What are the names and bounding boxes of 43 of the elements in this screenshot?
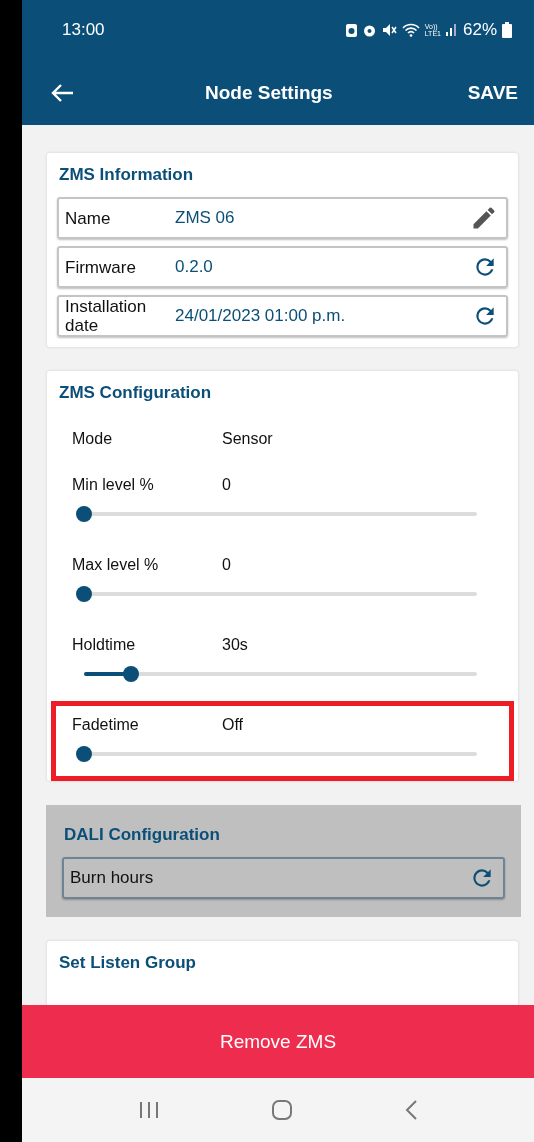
wifi-icon [401, 23, 420, 37]
card-title: Set Listen Group [59, 953, 196, 973]
field-value: ZMS 06 [175, 208, 236, 228]
setting-label: Max level % [72, 556, 160, 574]
back-icon[interactable] [404, 1099, 419, 1121]
setting-label: Fadetime [72, 716, 140, 734]
screen-title: Node Settings [203, 81, 334, 104]
slider-thumb[interactable] [76, 586, 92, 602]
info-field[interactable]: Firmware 0.2.0 [57, 246, 508, 288]
setting-value: Sensor [222, 430, 273, 448]
info-field[interactable]: Installation date 24/01/2023 01:00 p.m. [57, 295, 508, 337]
mute-icon [381, 23, 397, 37]
battery-percent: 62% [462, 20, 497, 40]
remove-button[interactable]: Remove ZMS [22, 1005, 534, 1078]
battery-saver-icon [345, 23, 357, 37]
battery-icon [502, 22, 512, 38]
setting-value: 30s [222, 636, 248, 654]
card-title: ZMS Configuration [59, 383, 212, 403]
field-label: Installation date [65, 297, 148, 335]
info-field[interactable]: Name ZMS 06 [57, 197, 508, 239]
field-label: Burn hours [70, 868, 155, 888]
setting-label: Mode [72, 430, 114, 448]
back-arrow-icon[interactable] [50, 82, 74, 103]
recent-apps-icon[interactable] [137, 1100, 160, 1120]
field-value: 24/01/2023 01:00 p.m. [175, 306, 347, 326]
save-button[interactable]: SAVE [463, 77, 522, 108]
slider-thumb[interactable] [123, 666, 140, 682]
status-time: 13:00 [62, 20, 105, 40]
home-icon[interactable] [271, 1099, 293, 1121]
card-title: ZMS Information [59, 165, 194, 185]
setting-label: Holdtime [72, 636, 137, 654]
slider-thumb[interactable] [76, 746, 92, 762]
field-label: Firmware [65, 257, 137, 277]
setting-value: 0 [222, 556, 231, 574]
signal-icon [445, 23, 458, 37]
field-label: Name [65, 208, 112, 228]
alarm-icon [361, 23, 377, 37]
setting-value: 0 [222, 476, 231, 494]
setting-value: Off [222, 716, 244, 734]
slider-thumb[interactable] [76, 506, 92, 522]
card-title: DALI Configuration [64, 825, 220, 845]
field-value: 0.2.0 [175, 257, 214, 277]
setting-label: Min level % [72, 476, 155, 494]
